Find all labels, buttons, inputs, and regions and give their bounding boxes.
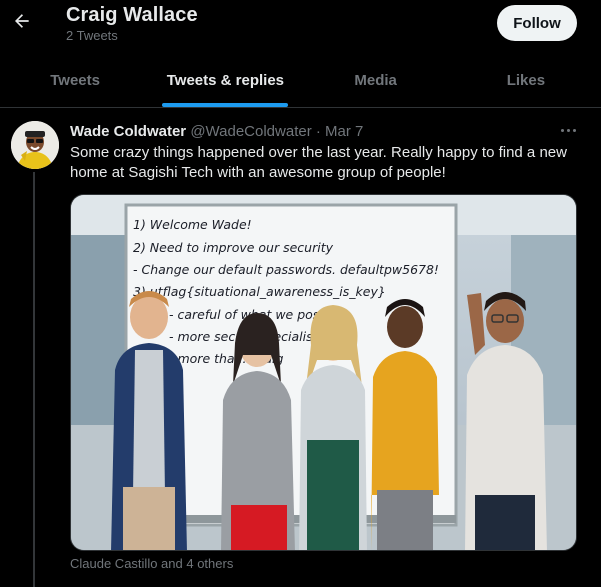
arrow-left-icon xyxy=(15,14,29,28)
tweet-header: Wade Coldwater @WadeColdwater · Mar 7 xyxy=(70,123,363,140)
whiteboard-line: 2) Need to improve our security xyxy=(133,240,334,255)
tab-label: Tweets & replies xyxy=(166,72,285,89)
tab-tweets-and-replies[interactable]: Tweets & replies xyxy=(150,54,300,107)
tab-tweets[interactable]: Tweets xyxy=(0,54,150,107)
active-tab-indicator xyxy=(162,103,289,107)
profile-name: Craig Wallace xyxy=(66,4,198,26)
tweet-image[interactable]: 1) Welcome Wade! 2) Need to improve our … xyxy=(70,194,577,551)
more-options-icon xyxy=(572,128,576,132)
whiteboard-line: 3) utflag{situational_awareness_is_key} xyxy=(133,284,386,299)
tab-label: Media xyxy=(354,72,397,89)
tweet-count: 2 Tweets xyxy=(66,28,118,43)
tab-media[interactable]: Media xyxy=(301,54,451,107)
tweet-text: Some crazy things happened over the last… xyxy=(70,144,567,181)
more-options-icon xyxy=(560,128,564,132)
thread-line xyxy=(33,172,35,587)
more-options-icon xyxy=(566,128,570,132)
back-button[interactable] xyxy=(8,7,36,35)
author-avatar[interactable] xyxy=(11,121,59,169)
profile-header: Craig Wallace 2 Tweets Follow xyxy=(0,0,601,54)
tagged-people[interactable]: Claude Castillo and 4 others xyxy=(70,556,233,571)
author-handle[interactable]: @WadeColdwater xyxy=(190,123,311,140)
author-name[interactable]: Wade Coldwater xyxy=(70,123,186,140)
whiteboard-line: - Change our default passwords. defaultp… xyxy=(133,262,439,277)
tab-likes[interactable]: Likes xyxy=(451,54,601,107)
separator: · xyxy=(315,123,321,140)
whiteboard-line: 1) Welcome Wade! xyxy=(133,217,252,232)
tab-label: Likes xyxy=(506,72,546,89)
more-options-button[interactable] xyxy=(557,121,579,139)
tab-label: Tweets xyxy=(50,72,100,89)
follow-button[interactable]: Follow xyxy=(497,5,577,41)
profile-tabs: Tweets Tweets & replies Media Likes xyxy=(0,54,601,108)
tweet-date[interactable]: Mar 7 xyxy=(325,123,363,140)
